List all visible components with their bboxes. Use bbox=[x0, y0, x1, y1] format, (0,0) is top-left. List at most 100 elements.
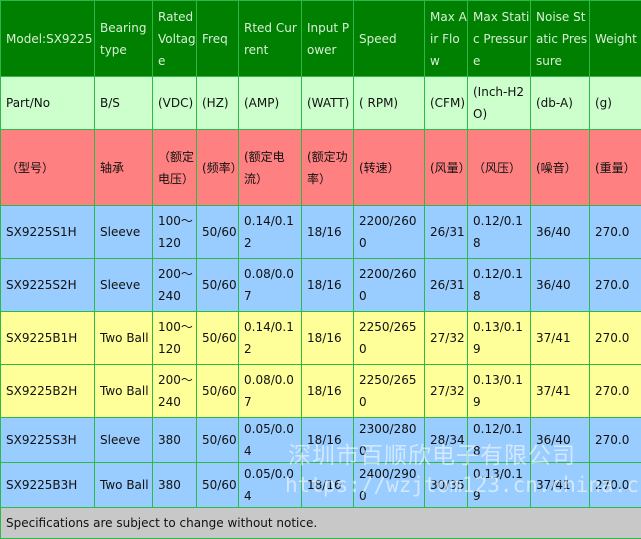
table-cell: Weight bbox=[590, 1, 641, 77]
table-cell: B/S bbox=[95, 77, 153, 130]
table-cell: (重量） bbox=[590, 130, 641, 206]
table-cell: 36/40 bbox=[531, 206, 590, 259]
table-cell: 37/41 bbox=[531, 312, 590, 365]
table-cell: 100～120 bbox=[153, 312, 197, 365]
table-cell: Two Ball bbox=[95, 463, 153, 508]
table-cell: 50/60 bbox=[197, 418, 239, 463]
table-cell: (额定电流） bbox=[239, 130, 302, 206]
table-cell: 18/16 bbox=[302, 206, 354, 259]
table-cell: 50/60 bbox=[197, 365, 239, 418]
table-cell: 0.13/0.19 bbox=[468, 365, 531, 418]
table-cell: 18/16 bbox=[302, 418, 354, 463]
table-cell: 18/16 bbox=[302, 259, 354, 312]
table-cell: Bearing type bbox=[95, 1, 153, 77]
table-cell: 2300/2800 bbox=[354, 418, 425, 463]
table-cell: (风量） bbox=[425, 130, 468, 206]
table-cell: (db-A) bbox=[531, 77, 590, 130]
table-cell: 380 bbox=[153, 418, 197, 463]
table-row: SX9225B3HTwo Ball38050/600.05/0.0418/162… bbox=[1, 463, 641, 508]
table-cell: SX9225S3H bbox=[1, 418, 95, 463]
table-cell: 18/16 bbox=[302, 365, 354, 418]
table-cell: 2250/2650 bbox=[354, 312, 425, 365]
table-cell: (AMP) bbox=[239, 77, 302, 130]
table-cell: SX9225S2H bbox=[1, 259, 95, 312]
table-cell: ( RPM) bbox=[354, 77, 425, 130]
table-cell: （型号） bbox=[1, 130, 95, 206]
table-cell: Sleeve bbox=[95, 259, 153, 312]
table-cell: 27/32 bbox=[425, 312, 468, 365]
table-cell: Max Static Pressure bbox=[468, 1, 531, 77]
table-cell: （风压） bbox=[468, 130, 531, 206]
table-cell: 0.05/0.04 bbox=[239, 418, 302, 463]
table-cell: 200～240 bbox=[153, 259, 197, 312]
table-cell: 18/16 bbox=[302, 312, 354, 365]
table-row: SX9225S1HSleeve100～12050/600.14/0.1218/1… bbox=[1, 206, 641, 259]
table-row: SX9225B1HTwo Ball100～12050/600.14/0.1218… bbox=[1, 312, 641, 365]
table-cell: SX9225B3H bbox=[1, 463, 95, 508]
table-cell: (VDC) bbox=[153, 77, 197, 130]
table-cell: Two Ball bbox=[95, 365, 153, 418]
table-cell: 50/60 bbox=[197, 463, 239, 508]
table-cell: 2200/2600 bbox=[354, 206, 425, 259]
table-cell: 2250/2650 bbox=[354, 365, 425, 418]
table-cell: 0.14/0.12 bbox=[239, 312, 302, 365]
table-cell: (g) bbox=[590, 77, 641, 130]
table-cell: Rated Voltage bbox=[153, 1, 197, 77]
header-row: Model:SX9225Bearing typeRated VoltageFre… bbox=[1, 1, 641, 77]
table-cell: 200～240 bbox=[153, 365, 197, 418]
table-cell: 0.08/0.07 bbox=[239, 259, 302, 312]
table-cell: (额定功率） bbox=[302, 130, 354, 206]
table-cell: Noise Static Pressure bbox=[531, 1, 590, 77]
table-cell: 0.08/0.07 bbox=[239, 365, 302, 418]
table-cell: 18/16 bbox=[302, 463, 354, 508]
table-cell: 37/41 bbox=[531, 463, 590, 508]
table-cell: Freq bbox=[197, 1, 239, 77]
table-cell: 36/40 bbox=[531, 418, 590, 463]
table-cell: 270.0 bbox=[590, 206, 641, 259]
table-cell: 37/41 bbox=[531, 365, 590, 418]
table-cell: (WATT) bbox=[302, 77, 354, 130]
table-cell: (HZ) bbox=[197, 77, 239, 130]
table-cell: 0.13/0.19 bbox=[468, 312, 531, 365]
spec-table: Model:SX9225Bearing typeRated VoltageFre… bbox=[0, 0, 641, 539]
chinese-row: （型号）轴承（额定电压）(频率）(额定电流）(额定功率）(转速）(风量）（风压）… bbox=[1, 130, 641, 206]
table-cell: 2200/2600 bbox=[354, 259, 425, 312]
table-cell: Sleeve bbox=[95, 206, 153, 259]
table-cell: 27/32 bbox=[425, 365, 468, 418]
table-cell: 36/40 bbox=[531, 259, 590, 312]
table-cell: Model:SX9225 bbox=[1, 1, 95, 77]
table-cell: 270.0 bbox=[590, 463, 641, 508]
table-cell: Rted Current bbox=[239, 1, 302, 77]
table-cell: 0.14/0.12 bbox=[239, 206, 302, 259]
units-row: Part/NoB/S(VDC)(HZ)(AMP)(WATT)( RPM)(CFM… bbox=[1, 77, 641, 130]
table-cell: 2400/2900 bbox=[354, 463, 425, 508]
table-cell: 270.0 bbox=[590, 259, 641, 312]
table-cell: 380 bbox=[153, 463, 197, 508]
table-cell: SX9225B2H bbox=[1, 365, 95, 418]
table-cell: 270.0 bbox=[590, 312, 641, 365]
table-cell: 0.05/0.04 bbox=[239, 463, 302, 508]
table-cell: 轴承 bbox=[95, 130, 153, 206]
table-cell: 50/60 bbox=[197, 206, 239, 259]
table-cell: 26/31 bbox=[425, 259, 468, 312]
table-cell: Input Power bbox=[302, 1, 354, 77]
table-cell: 30/35 bbox=[425, 463, 468, 508]
table-row: SX9225S3HSleeve38050/600.05/0.0418/16230… bbox=[1, 418, 641, 463]
table-row: SX9225S2HSleeve200～24050/600.08/0.0718/1… bbox=[1, 259, 641, 312]
table-cell: （额定电压） bbox=[153, 130, 197, 206]
table-cell: Max Air Flow bbox=[425, 1, 468, 77]
table-cell: (CFM) bbox=[425, 77, 468, 130]
table-cell: 100～120 bbox=[153, 206, 197, 259]
table-cell: 0.12/0.18 bbox=[468, 206, 531, 259]
table-cell: Speed bbox=[354, 1, 425, 77]
table-cell: SX9225S1H bbox=[1, 206, 95, 259]
table-cell: (Inch-H2O) bbox=[468, 77, 531, 130]
table-cell: (转速） bbox=[354, 130, 425, 206]
table-cell: 270.0 bbox=[590, 418, 641, 463]
table-cell: 28/34 bbox=[425, 418, 468, 463]
table-cell: SX9225B1H bbox=[1, 312, 95, 365]
table-cell: 50/60 bbox=[197, 259, 239, 312]
table-cell: Part/No bbox=[1, 77, 95, 130]
table-cell: 270.0 bbox=[590, 365, 641, 418]
table-cell: 50/60 bbox=[197, 312, 239, 365]
